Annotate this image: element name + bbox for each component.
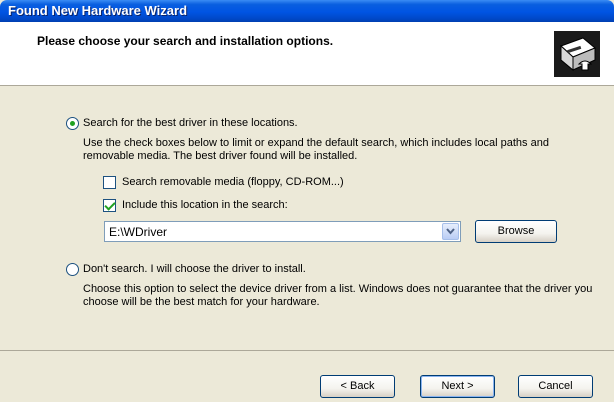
footer-divider (0, 350, 614, 351)
chevron-down-icon (446, 228, 455, 235)
include-location-label[interactable]: Include this location in the search: (122, 199, 288, 211)
combobox-dropdown-button[interactable] (442, 223, 459, 240)
cancel-button[interactable]: Cancel (518, 375, 593, 398)
dont-search-radio[interactable] (66, 263, 79, 276)
dont-search-option-label[interactable]: Don't search. I will choose the driver t… (83, 263, 306, 275)
wizard-content: Search for the best driver in these loca… (0, 87, 614, 347)
browse-button[interactable]: Browse (475, 220, 557, 243)
removable-media-label[interactable]: Search removable media (floppy, CD-ROM..… (122, 176, 344, 188)
wizard-header: Please choose your search and installati… (0, 22, 614, 86)
search-description: Use the check boxes below to limit or ex… (83, 137, 549, 162)
back-button[interactable]: < Back (320, 375, 395, 398)
dont-search-description: Choose this option to select the device … (83, 283, 593, 308)
location-combobox[interactable]: E:\WDriver (104, 221, 461, 242)
page-heading: Please choose your search and installati… (37, 34, 334, 48)
window-title: Found New Hardware Wizard (8, 3, 188, 18)
wizard-window: Found New Hardware Wizard Please choose … (0, 0, 614, 402)
include-location-checkbox[interactable] (103, 199, 116, 212)
next-button[interactable]: Next > (420, 375, 495, 398)
title-bar[interactable]: Found New Hardware Wizard (0, 0, 614, 22)
location-value[interactable]: E:\WDriver (109, 225, 167, 239)
search-option-label[interactable]: Search for the best driver in these loca… (83, 117, 298, 129)
removable-media-checkbox[interactable] (103, 176, 116, 189)
search-radio[interactable] (66, 117, 79, 130)
hardware-wizard-icon (554, 31, 600, 77)
